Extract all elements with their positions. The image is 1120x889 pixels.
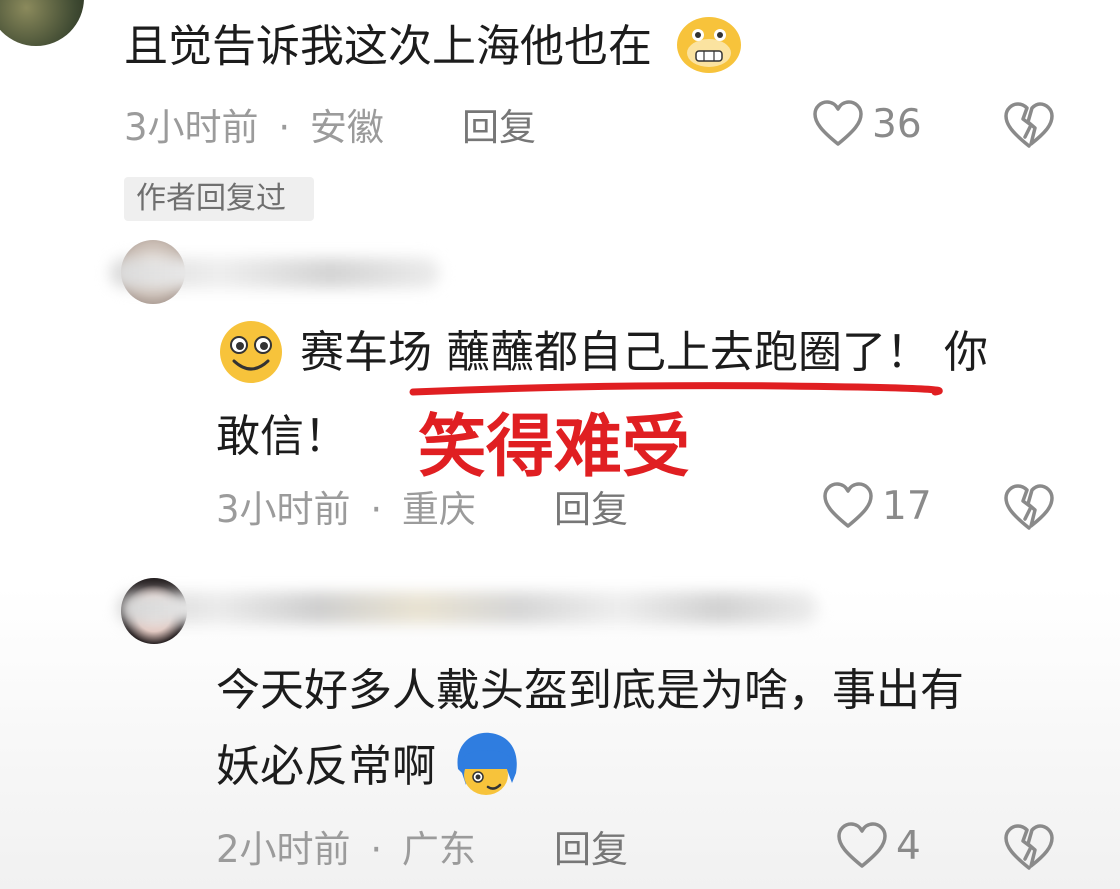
comment-location: 安徽 <box>309 106 384 149</box>
grinning-emoji-icon <box>220 321 282 383</box>
like-count: 17 <box>882 483 932 529</box>
like-button[interactable]: 4 <box>836 822 921 870</box>
blue-hair-face-emoji-icon <box>457 732 517 795</box>
comment-text: 且觉告诉我这次上海他也在 <box>124 12 744 82</box>
comment-time: 3小时前 <box>216 488 351 531</box>
meta-separator: · <box>278 106 291 149</box>
like-count: 36 <box>872 101 922 147</box>
dislike-button[interactable] <box>1002 484 1056 536</box>
comment-meta: 2小时前 · 广东 <box>216 828 476 872</box>
comment-time: 2小时前 <box>216 828 351 871</box>
meta-separator: · <box>370 828 383 871</box>
reply-button[interactable]: 回复 <box>554 488 628 532</box>
heart-icon <box>813 100 863 146</box>
comment-meta: 3小时前 · 安徽 <box>124 106 384 150</box>
username-blurred <box>118 592 818 624</box>
comment-text-line2: 妖必反常啊 <box>216 732 522 802</box>
comment-meta: 3小时前 · 重庆 <box>216 488 476 532</box>
dislike-button[interactable] <box>1002 102 1056 154</box>
comment-time: 3小时前 <box>124 106 259 149</box>
heart-icon <box>837 822 887 868</box>
username-blurred <box>110 258 440 288</box>
heart-icon <box>823 482 873 528</box>
author-replied-badge: 作者回复过 <box>124 177 314 221</box>
comment-text-span: 赛车场 蘸蘸都自己上去跑圈了！ 你 <box>300 327 988 378</box>
comment-text: 今天好多人戴头盔到底是为啥，事出有 <box>216 665 964 716</box>
reply-button[interactable]: 回复 <box>554 828 628 872</box>
comment-location: 广东 <box>401 828 476 871</box>
broken-heart-icon <box>1004 824 1054 870</box>
broken-heart-icon <box>1004 484 1054 530</box>
red-underline-annotation <box>409 382 943 396</box>
reply-button[interactable]: 回复 <box>462 106 536 150</box>
avatar[interactable] <box>0 0 84 46</box>
annotation-text: 笑得难受 <box>416 407 691 489</box>
like-count: 4 <box>896 823 921 869</box>
comment-text-span: 且觉告诉我这次上海他也在 <box>124 21 652 72</box>
grinning-monkey-emoji-icon <box>677 17 741 73</box>
dislike-button[interactable] <box>1002 824 1056 876</box>
comment-text-span: 妖必反常啊 <box>216 741 436 792</box>
like-button[interactable]: 36 <box>812 100 922 148</box>
comment-location: 重庆 <box>401 488 476 531</box>
broken-heart-icon <box>1004 102 1054 148</box>
comment-text-line2: 敢信！ <box>216 411 348 462</box>
like-button[interactable]: 17 <box>822 482 932 530</box>
meta-separator: · <box>370 488 383 531</box>
badge-label: 作者回复过 <box>136 181 286 216</box>
